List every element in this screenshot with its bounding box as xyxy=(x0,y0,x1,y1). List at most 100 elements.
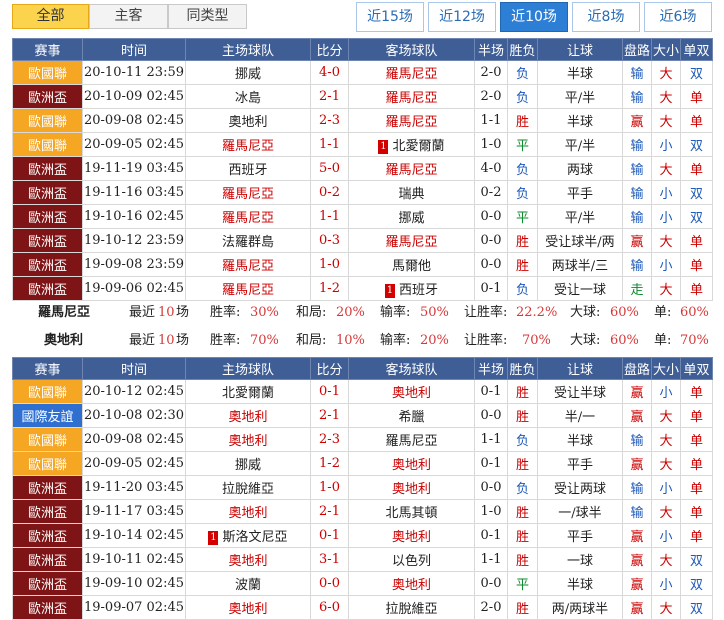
away-team[interactable]: 奧地利 xyxy=(348,571,475,596)
match-score[interactable]: 0-1 xyxy=(310,523,349,548)
league-badge[interactable]: 歐洲盃 xyxy=(12,252,83,277)
home-team[interactable]: 奧地利 xyxy=(185,427,311,452)
league-badge[interactable]: 歐洲盃 xyxy=(12,84,83,109)
home-team[interactable]: 波蘭 xyxy=(185,571,311,596)
league-badge[interactable]: 歐洲盃 xyxy=(12,156,83,181)
match-score[interactable]: 2-3 xyxy=(310,427,349,452)
home-team[interactable]: 奧地利 xyxy=(185,499,311,524)
tab-all[interactable]: 全部 xyxy=(12,4,89,29)
away-team[interactable]: 希臘 xyxy=(348,403,475,428)
home-team[interactable]: 挪威 xyxy=(185,451,311,476)
match-score[interactable]: 5-0 xyxy=(310,156,349,181)
away-team[interactable]: 瑞典 xyxy=(348,180,475,205)
league-badge[interactable]: 歐洲盃 xyxy=(12,595,83,620)
match-score[interactable]: 6-0 xyxy=(310,595,349,620)
home-team[interactable]: 法羅群島 xyxy=(185,228,311,253)
home-team[interactable]: 奧地利 xyxy=(185,547,311,572)
league-badge[interactable]: 歐洲盃 xyxy=(12,547,83,572)
away-team[interactable]: 1 西班牙 xyxy=(348,276,475,301)
home-team[interactable]: 羅馬尼亞 xyxy=(185,276,311,301)
home-team[interactable]: 北愛爾蘭 xyxy=(185,379,311,404)
league-badge[interactable]: 歐國聯 xyxy=(12,427,83,452)
away-team[interactable]: 羅馬尼亞 xyxy=(348,108,475,133)
match-score[interactable]: 0-1 xyxy=(310,379,349,404)
away-team[interactable]: 羅馬尼亞 xyxy=(348,156,475,181)
away-team[interactable]: 挪威 xyxy=(348,204,475,229)
away-team[interactable]: 以色列 xyxy=(348,547,475,572)
over-under: 小 xyxy=(651,132,681,157)
away-team[interactable]: 奧地利 xyxy=(348,475,475,500)
league-badge[interactable]: 歐國聯 xyxy=(12,451,83,476)
league-badge[interactable]: 歐洲盃 xyxy=(12,499,83,524)
match-score[interactable]: 1-2 xyxy=(310,451,349,476)
odd-even: 单 xyxy=(680,228,713,253)
odd-even: 双 xyxy=(680,132,713,157)
over-under: 小 xyxy=(651,252,681,277)
away-team[interactable]: 奧地利 xyxy=(348,379,475,404)
tab-same-type[interactable]: 同类型 xyxy=(168,4,247,29)
table-row: 歐洲盃 19-09-08 23:59 羅馬尼亞 1-0 馬爾他 0-0 胜两球半/三输小单 xyxy=(12,252,713,277)
away-team[interactable]: 羅馬尼亞 xyxy=(348,427,475,452)
league-badge[interactable]: 歐洲盃 xyxy=(12,571,83,596)
away-team[interactable]: 羅馬尼亞 xyxy=(348,84,475,109)
away-team[interactable]: 羅馬尼亞 xyxy=(348,60,475,85)
away-team[interactable]: 1 北愛爾蘭 xyxy=(348,132,475,157)
match-score[interactable]: 1-0 xyxy=(310,252,349,277)
home-team[interactable]: 奧地利 xyxy=(185,108,311,133)
league-badge[interactable]: 歐洲盃 xyxy=(12,475,83,500)
home-team[interactable]: 1 斯洛文尼亞 xyxy=(185,523,311,548)
tab-home-away[interactable]: 主客 xyxy=(89,4,168,29)
home-team[interactable]: 奧地利 xyxy=(185,595,311,620)
match-score[interactable]: 2-1 xyxy=(310,84,349,109)
match-result: 胜 xyxy=(507,379,538,404)
tab-last-8[interactable]: 近8场 xyxy=(572,2,640,32)
league-badge[interactable]: 歐國聯 xyxy=(12,108,83,133)
red-card-marker: 1 xyxy=(208,531,219,545)
match-score[interactable]: 1-2 xyxy=(310,276,349,301)
match-score[interactable]: 1-0 xyxy=(310,475,349,500)
league-badge[interactable]: 歐洲盃 xyxy=(12,180,83,205)
tab-last-6[interactable]: 近6场 xyxy=(644,2,712,32)
away-team[interactable]: 奧地利 xyxy=(348,523,475,548)
match-score[interactable]: 0-3 xyxy=(310,228,349,253)
match-score[interactable]: 2-1 xyxy=(310,499,349,524)
league-badge[interactable]: 歐國聯 xyxy=(12,379,83,404)
over-under: 小 xyxy=(651,571,681,596)
home-team[interactable]: 冰島 xyxy=(185,84,311,109)
match-score[interactable]: 0-0 xyxy=(310,571,349,596)
match-score[interactable]: 2-3 xyxy=(310,108,349,133)
away-team[interactable]: 羅馬尼亞 xyxy=(348,228,475,253)
away-team[interactable]: 奧地利 xyxy=(348,451,475,476)
match-score[interactable]: 2-1 xyxy=(310,403,349,428)
league-badge[interactable]: 歐洲盃 xyxy=(12,228,83,253)
handicap: 两球 xyxy=(537,156,623,181)
league-badge[interactable]: 國際友誼 xyxy=(12,403,83,428)
home-team[interactable]: 羅馬尼亞 xyxy=(185,132,311,157)
home-team[interactable]: 羅馬尼亞 xyxy=(185,180,311,205)
away-team[interactable]: 北馬其頓 xyxy=(348,499,475,524)
home-team[interactable]: 奧地利 xyxy=(185,403,311,428)
home-team[interactable]: 羅馬尼亞 xyxy=(185,204,311,229)
league-badge[interactable]: 歐洲盃 xyxy=(12,276,83,301)
match-score[interactable]: 3-1 xyxy=(310,547,349,572)
league-badge[interactable]: 歐洲盃 xyxy=(12,523,83,548)
match-score[interactable]: 1-1 xyxy=(310,132,349,157)
away-team[interactable]: 拉脫維亞 xyxy=(348,595,475,620)
match-score[interactable]: 0-2 xyxy=(310,180,349,205)
summary-loss-rate: 50% xyxy=(420,305,449,320)
home-team[interactable]: 羅馬尼亞 xyxy=(185,252,311,277)
league-badge[interactable]: 歐國聯 xyxy=(12,132,83,157)
league-badge[interactable]: 歐洲盃 xyxy=(12,204,83,229)
tab-last-10[interactable]: 近10场 xyxy=(500,2,568,32)
home-team[interactable]: 拉脫維亞 xyxy=(185,475,311,500)
match-score[interactable]: 1-1 xyxy=(310,204,349,229)
tab-last-15[interactable]: 近15场 xyxy=(356,2,424,32)
home-team[interactable]: 挪威 xyxy=(185,60,311,85)
match-score[interactable]: 4-0 xyxy=(310,60,349,85)
away-team[interactable]: 馬爾他 xyxy=(348,252,475,277)
summary-recent: 最近 xyxy=(129,305,156,320)
tab-last-12[interactable]: 近12场 xyxy=(428,2,496,32)
home-team[interactable]: 西班牙 xyxy=(185,156,311,181)
match-result: 胜 xyxy=(507,523,538,548)
league-badge[interactable]: 歐國聯 xyxy=(12,60,83,85)
